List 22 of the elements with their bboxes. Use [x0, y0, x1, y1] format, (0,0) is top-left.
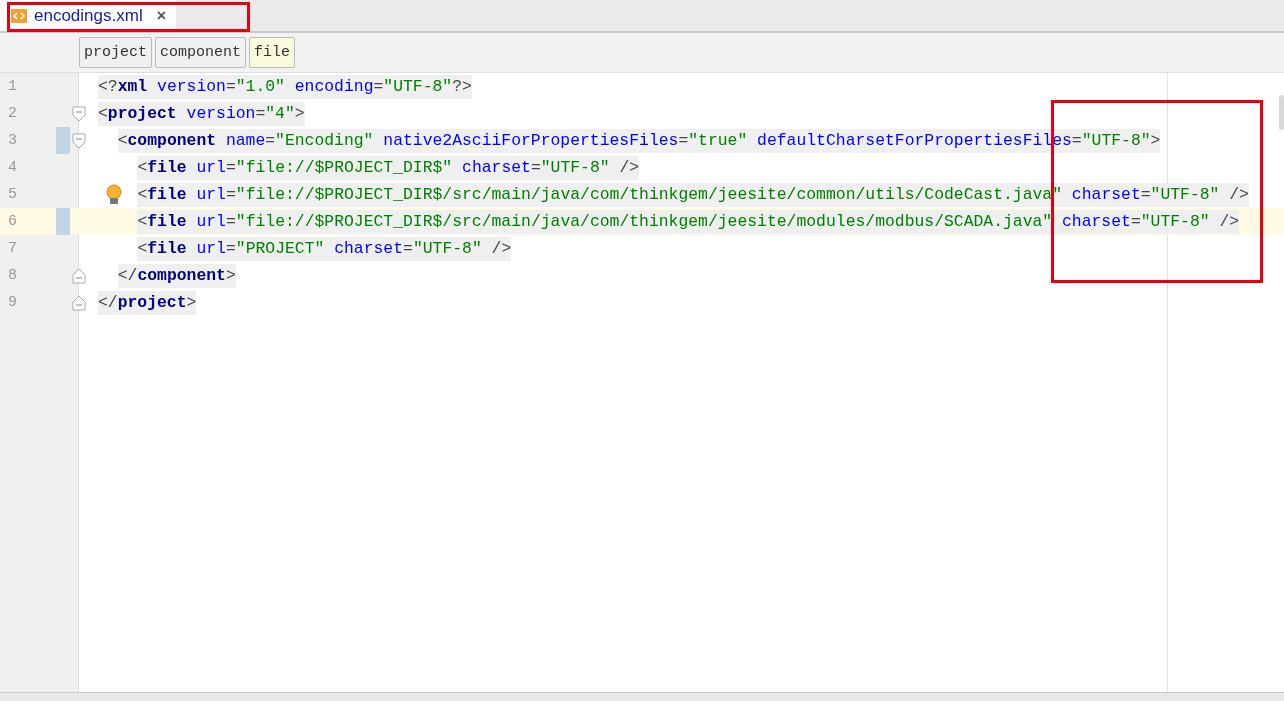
fold-icon[interactable] — [72, 267, 86, 284]
line-number: 7 — [7, 240, 18, 257]
line-number: 3 — [7, 132, 18, 149]
line-number: 5 — [7, 186, 18, 203]
line-number: 1 — [7, 78, 18, 95]
horizontal-scrollbar[interactable] — [0, 692, 1284, 701]
tab-title: encodings.xml — [34, 5, 143, 26]
line-number: 9 — [7, 294, 18, 311]
breadcrumb[interactable]: file — [249, 37, 296, 68]
close-icon[interactable]: × — [156, 6, 166, 25]
fold-icon[interactable] — [72, 105, 86, 122]
breadcrumb[interactable]: component — [155, 37, 247, 68]
lightbulb-icon[interactable] — [105, 184, 122, 206]
line-number: 2 — [7, 105, 18, 122]
line-number: 8 — [7, 267, 18, 284]
breadcrumb[interactable]: project — [79, 37, 152, 68]
fold-icon[interactable] — [72, 132, 86, 149]
scrollbar-thumb[interactable] — [1279, 95, 1284, 130]
fold-icon[interactable] — [72, 294, 86, 311]
xml-file-icon — [10, 6, 28, 25]
line-number: 6 — [7, 213, 18, 230]
line-number: 4 — [7, 159, 18, 176]
